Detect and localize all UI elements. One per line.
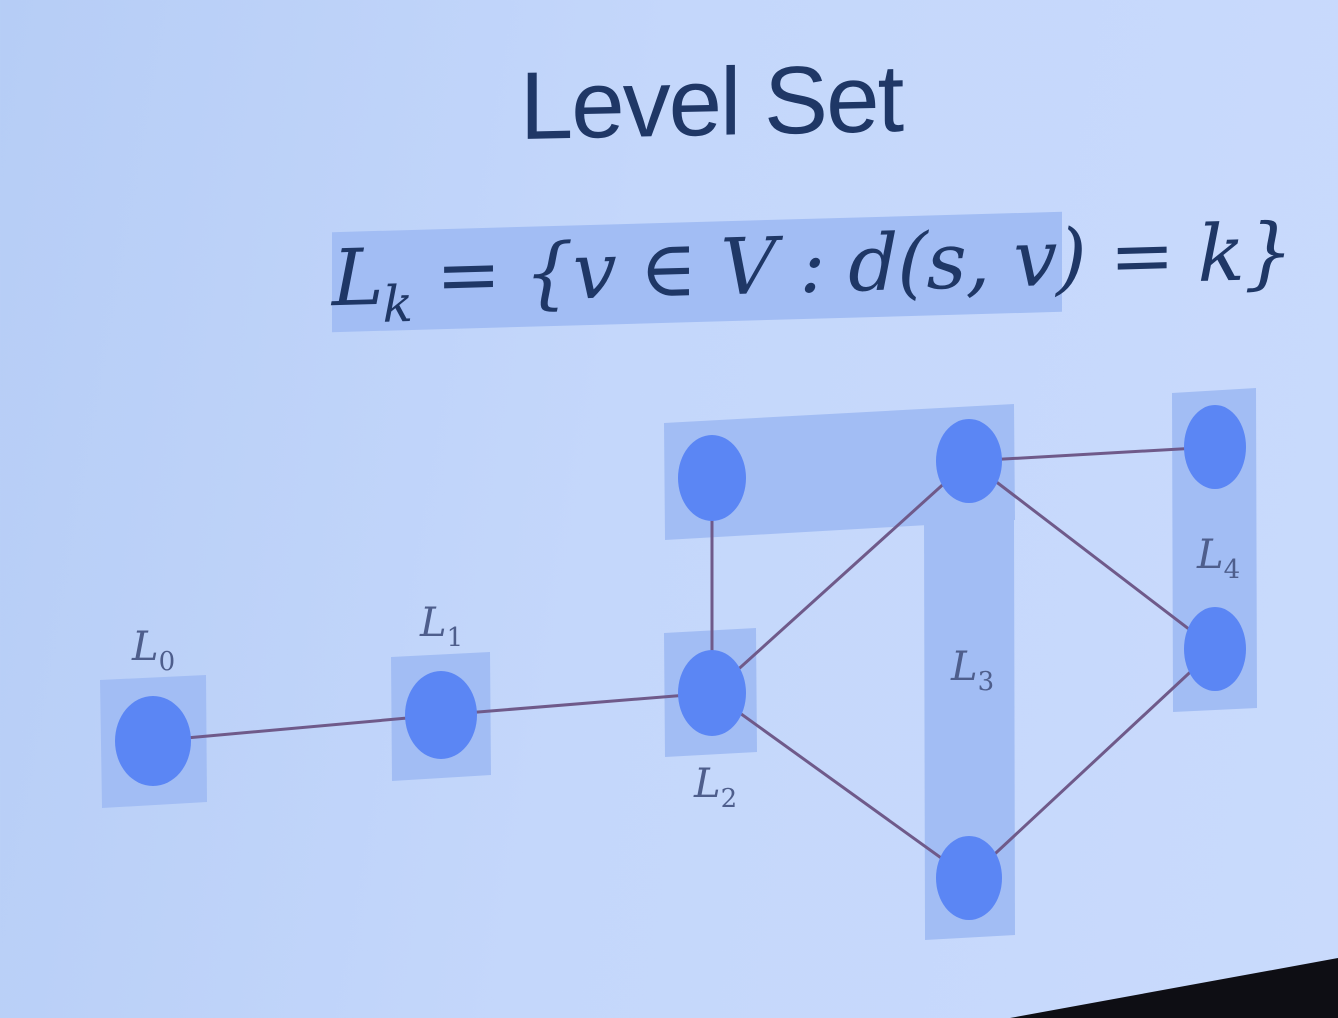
screen-edge [1010, 958, 1338, 1018]
node-b [678, 650, 746, 736]
node-a [405, 671, 477, 759]
level-label-0: L0 [131, 624, 175, 677]
node-g [1184, 607, 1246, 691]
slide: Level Set Lk = {v ∈ V : d(s, v) = k} L0 … [0, 0, 1338, 1018]
node-s [115, 696, 191, 786]
graph-diagram: L0 L1 L2 L3 L4 [100, 388, 1338, 1018]
node-c [678, 435, 746, 521]
node-e [936, 836, 1002, 920]
node-f [1184, 405, 1246, 489]
level-label-1: L1 [419, 600, 463, 653]
node-d [936, 419, 1002, 503]
level-label-2: L2 [693, 761, 737, 814]
